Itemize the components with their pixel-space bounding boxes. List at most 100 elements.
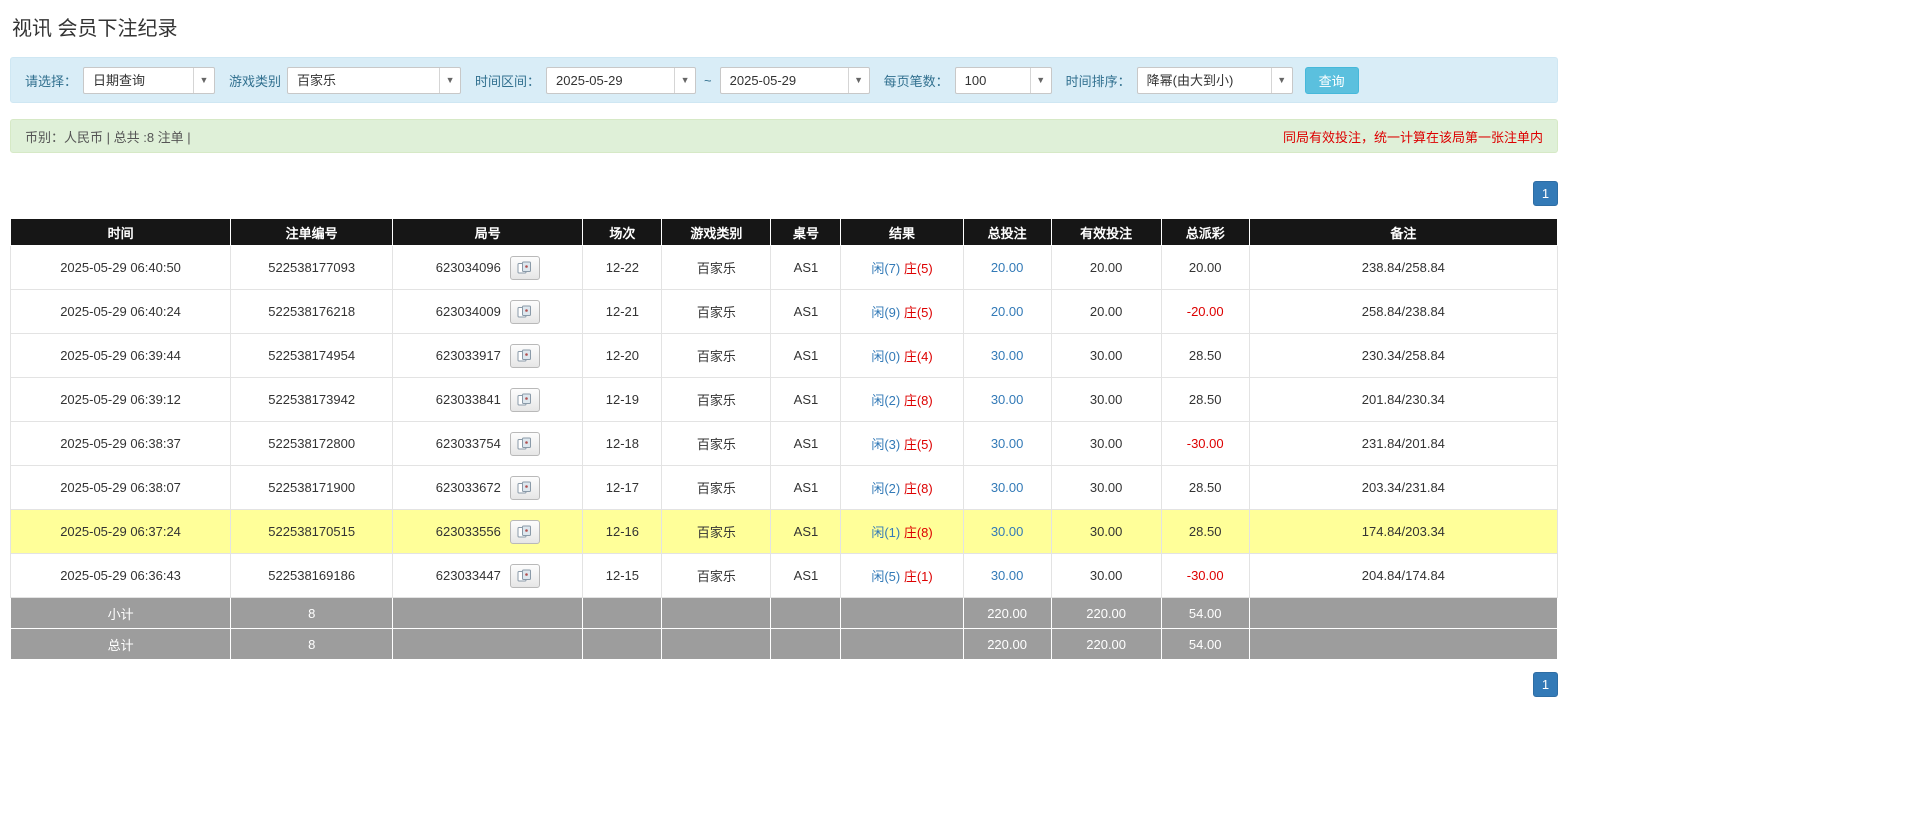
cell-result: 闲(0) 庄(4)	[841, 334, 963, 378]
cell-bet-id: 522538176218	[231, 290, 393, 334]
cell-valid-bet: 30.00	[1051, 554, 1161, 598]
cell-valid-bet: 30.00	[1051, 422, 1161, 466]
view-round-detail-button[interactable]	[510, 432, 540, 456]
date-from-select[interactable]: 2025-05-29 ▼	[546, 67, 696, 94]
chevron-down-icon[interactable]: ▼	[193, 68, 214, 93]
total-bet-link[interactable]: 30.00	[991, 436, 1024, 451]
cards-icon	[517, 393, 532, 406]
total-bet-link[interactable]: 20.00	[991, 304, 1024, 319]
result-player: 闲(2)	[871, 481, 900, 496]
search-button[interactable]: 查询	[1305, 67, 1359, 94]
cell-total-bet: 30.00	[963, 466, 1051, 510]
col-header-bet-id: 注单编号	[231, 219, 393, 246]
table-row[interactable]: 2025-05-29 06:39:12 522538173942 6230338…	[11, 378, 1558, 422]
total-bet-link[interactable]: 30.00	[991, 392, 1024, 407]
view-round-detail-button[interactable]	[510, 520, 540, 544]
total-bet-link[interactable]: 30.00	[991, 568, 1024, 583]
col-header-total-bet: 总投注	[963, 219, 1051, 246]
cell-bet-id: 522538173942	[231, 378, 393, 422]
cell-total-bet: 20.00	[963, 246, 1051, 290]
round-id-text: 623034009	[436, 304, 501, 319]
chevron-down-icon[interactable]: ▼	[848, 68, 869, 93]
cell-table-no: AS1	[771, 510, 841, 554]
total-bet-link[interactable]: 20.00	[991, 260, 1024, 275]
sort-order-select[interactable]: 降幂(由大到小) ▼	[1137, 67, 1293, 94]
table-row[interactable]: 2025-05-29 06:38:37 522538172800 6230337…	[11, 422, 1558, 466]
cell-payout: 28.50	[1161, 378, 1249, 422]
subtotal-label: 小计	[11, 598, 231, 629]
chevron-down-icon[interactable]: ▼	[439, 68, 460, 93]
cell-result: 闲(2) 庄(8)	[841, 466, 963, 510]
result-banker: 庄(5)	[904, 261, 933, 276]
col-header-session: 场次	[583, 219, 662, 246]
total-bet-link[interactable]: 30.00	[991, 348, 1024, 363]
cell-session: 12-22	[583, 246, 662, 290]
cell-result: 闲(1) 庄(8)	[841, 510, 963, 554]
round-id-text: 623033917	[436, 348, 501, 363]
cell-result: 闲(3) 庄(5)	[841, 422, 963, 466]
cell-payout: 28.50	[1161, 334, 1249, 378]
chevron-down-icon[interactable]: ▼	[1030, 68, 1051, 93]
cell-table-no: AS1	[771, 422, 841, 466]
result-banker: 庄(8)	[904, 525, 933, 540]
table-row[interactable]: 2025-05-29 06:38:07 522538171900 6230336…	[11, 466, 1558, 510]
total-bet-link[interactable]: 30.00	[991, 480, 1024, 495]
cell-session: 12-17	[583, 466, 662, 510]
sort-order-value: 降幂(由大到小)	[1138, 68, 1271, 93]
cell-bet-id: 522538171900	[231, 466, 393, 510]
cell-total-bet: 30.00	[963, 378, 1051, 422]
view-round-detail-button[interactable]	[510, 256, 540, 280]
cell-result: 闲(7) 庄(5)	[841, 246, 963, 290]
cell-valid-bet: 30.00	[1051, 378, 1161, 422]
col-header-time: 时间	[11, 219, 231, 246]
cell-session: 12-21	[583, 290, 662, 334]
result-banker: 庄(5)	[904, 305, 933, 320]
table-row[interactable]: 2025-05-29 06:39:44 522538174954 6230339…	[11, 334, 1558, 378]
page-size-select[interactable]: 100 ▼	[955, 67, 1052, 94]
round-id-text: 623033672	[436, 480, 501, 495]
view-round-detail-button[interactable]	[510, 388, 540, 412]
cell-session: 12-15	[583, 554, 662, 598]
grand-total-count: 8	[231, 629, 393, 660]
view-round-detail-button[interactable]	[510, 564, 540, 588]
date-to-select[interactable]: 2025-05-29 ▼	[720, 67, 870, 94]
page-1-button[interactable]: 1	[1533, 672, 1558, 697]
table-row[interactable]: 2025-05-29 06:40:50 522538177093 6230340…	[11, 246, 1558, 290]
col-header-game-type: 游戏类别	[662, 219, 771, 246]
cards-icon	[517, 569, 532, 582]
page-1-button[interactable]: 1	[1533, 181, 1558, 206]
game-type-select[interactable]: 百家乐 ▼	[287, 67, 461, 94]
subtotal-row: 小计 8 220.00 220.00 54.00	[11, 598, 1558, 629]
cell-result: 闲(5) 庄(1)	[841, 554, 963, 598]
grand-total-valid-bet: 220.00	[1051, 629, 1161, 660]
table-row[interactable]: 2025-05-29 06:37:24 522538170515 6230335…	[11, 510, 1558, 554]
cell-bet-id: 522538170515	[231, 510, 393, 554]
cell-time: 2025-05-29 06:36:43	[11, 554, 231, 598]
table-row[interactable]: 2025-05-29 06:40:24 522538176218 6230340…	[11, 290, 1558, 334]
cell-round-id: 623033754	[393, 422, 583, 466]
cell-result: 闲(2) 庄(8)	[841, 378, 963, 422]
main-container: 视讯 会员下注纪录 请选择： 日期查询 ▼ 游戏类别 百家乐 ▼ 时间区间： 2…	[10, 0, 1558, 697]
result-player: 闲(3)	[871, 437, 900, 452]
page-size-label: 每页笔数：	[884, 71, 949, 90]
round-id-text: 623034096	[436, 260, 501, 275]
cell-game-type: 百家乐	[662, 510, 771, 554]
cards-icon	[517, 437, 532, 450]
chevron-down-icon[interactable]: ▼	[1271, 68, 1292, 93]
result-banker: 庄(8)	[904, 393, 933, 408]
view-round-detail-button[interactable]	[510, 344, 540, 368]
cell-table-no: AS1	[771, 554, 841, 598]
view-round-detail-button[interactable]	[510, 300, 540, 324]
total-bet-link[interactable]: 30.00	[991, 524, 1024, 539]
chevron-down-icon[interactable]: ▼	[674, 68, 695, 93]
table-row[interactable]: 2025-05-29 06:36:43 522538169186 6230334…	[11, 554, 1558, 598]
query-type-select[interactable]: 日期查询 ▼	[83, 67, 215, 94]
cell-round-id: 623033672	[393, 466, 583, 510]
result-banker: 庄(8)	[904, 481, 933, 496]
cell-valid-bet: 30.00	[1051, 510, 1161, 554]
col-header-result: 结果	[841, 219, 963, 246]
cell-payout: 28.50	[1161, 466, 1249, 510]
game-type-value: 百家乐	[288, 68, 439, 93]
cards-icon	[517, 481, 532, 494]
view-round-detail-button[interactable]	[510, 476, 540, 500]
